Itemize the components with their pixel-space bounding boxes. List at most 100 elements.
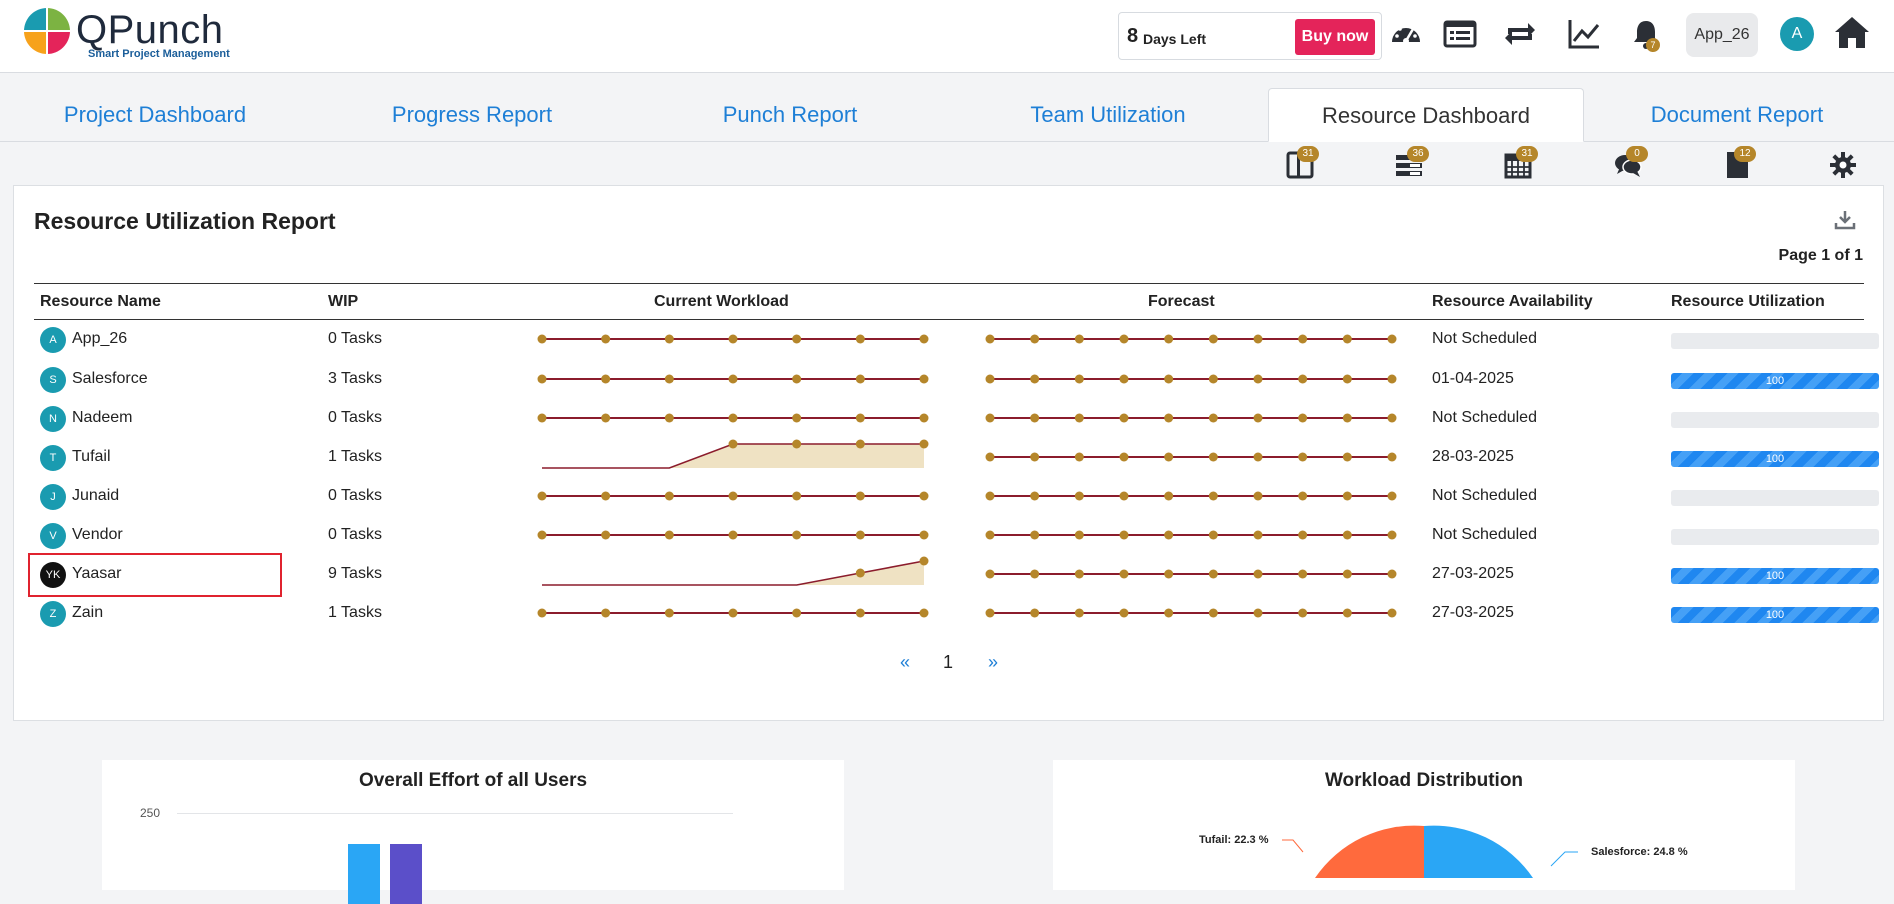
workload-point — [1342, 530, 1352, 540]
workload-point — [855, 491, 865, 501]
resource-avatar: Z — [40, 601, 66, 627]
tab-team-utilization[interactable]: Team Utilization — [950, 88, 1266, 142]
resource-name[interactable]: Zain — [72, 604, 103, 622]
resource-name[interactable]: Nadeem — [72, 409, 132, 427]
workload-point — [1119, 452, 1129, 462]
page-info: Page 1 of 1 — [1778, 247, 1863, 264]
workload-point — [1298, 452, 1308, 462]
workload-point — [1342, 491, 1352, 501]
resource-wip: 0 Tasks — [328, 487, 382, 504]
workload-point — [919, 556, 929, 566]
tab-project-dashboard[interactable]: Project Dashboard — [0, 88, 310, 142]
forecast-sparkline — [985, 374, 1397, 384]
report-title: Resource Utilization Report — [34, 208, 336, 234]
trial-days: 8 — [1127, 25, 1139, 47]
resource-availability: Not Scheduled — [1432, 409, 1537, 426]
workload-point — [985, 530, 995, 540]
pager-next[interactable]: » — [988, 652, 998, 673]
workload-point — [601, 413, 611, 423]
table-row[interactable]: J Junaid 0 Tasks Not Scheduled — [34, 477, 1879, 516]
workload-point — [1342, 334, 1352, 344]
tab-progress-report[interactable]: Progress Report — [316, 88, 628, 142]
workload-point — [1298, 608, 1308, 618]
tab-document-report[interactable]: Document Report — [1584, 88, 1890, 142]
pager-current[interactable]: 1 — [943, 652, 953, 673]
workload-point — [664, 374, 674, 384]
home-icon[interactable] — [1832, 12, 1872, 52]
workload-point — [1074, 530, 1084, 540]
buy-now-button[interactable]: Buy now — [1295, 19, 1375, 55]
table-row[interactable]: N Nadeem 0 Tasks Not Scheduled — [34, 399, 1879, 438]
workload-point — [1119, 491, 1129, 501]
resource-avatar: T — [40, 445, 66, 471]
resource-avatar: J — [40, 484, 66, 510]
workload-point — [1074, 452, 1084, 462]
workload-point — [855, 530, 865, 540]
col-resource-utilization: Resource Utilization — [1671, 293, 1825, 310]
col-resource-availability: Resource Availability — [1432, 293, 1593, 310]
workload-pie — [1282, 825, 1578, 878]
workload-point — [985, 569, 995, 579]
workload-point — [1342, 608, 1352, 618]
user-menu-button[interactable]: App_26 — [1686, 13, 1758, 57]
workload-point — [1119, 608, 1129, 618]
current-workload-sparkline — [537, 413, 929, 423]
workload-point — [1030, 452, 1040, 462]
workload-point — [1164, 530, 1174, 540]
table-row[interactable]: Z Zain 1 Tasks 27-03-2025 100 — [34, 594, 1879, 633]
workload-point — [1164, 491, 1174, 501]
list-icon[interactable] — [1442, 16, 1478, 52]
effort-bar — [390, 844, 422, 904]
chart-line-icon[interactable] — [1566, 16, 1602, 52]
workload-point — [664, 491, 674, 501]
resource-name[interactable]: App_26 — [72, 330, 127, 348]
sync-icon[interactable] — [1502, 16, 1538, 52]
workload-point — [985, 452, 995, 462]
resource-name[interactable]: Salesforce — [72, 370, 148, 388]
calendar-badge: 31 — [1516, 146, 1538, 162]
pager-prev[interactable]: « — [900, 652, 910, 673]
table-row[interactable]: YK Yaasar 9 Tasks 27-03-2025 100 — [34, 555, 1879, 594]
workload-point — [1298, 334, 1308, 344]
comments-badge: 0 — [1626, 146, 1648, 162]
document-badge: 12 — [1734, 146, 1756, 162]
workload-point — [537, 413, 547, 423]
workload-point — [1387, 491, 1397, 501]
tab-resource-dashboard[interactable]: Resource Dashboard — [1268, 88, 1584, 142]
workload-point — [792, 439, 802, 449]
notification-badge: 7 — [1646, 38, 1660, 52]
effort-gridline — [177, 813, 733, 814]
workload-point — [1208, 608, 1218, 618]
gear-icon[interactable] — [1828, 150, 1858, 180]
table-row[interactable]: A App_26 0 Tasks Not Scheduled — [34, 320, 1879, 359]
download-icon[interactable] — [1833, 208, 1857, 232]
workload-point — [1342, 569, 1352, 579]
resource-wip: 0 Tasks — [328, 526, 382, 543]
workload-point — [1387, 374, 1397, 384]
workload-point — [1074, 413, 1084, 423]
workload-point — [855, 413, 865, 423]
workload-point — [792, 374, 802, 384]
workload-point — [792, 530, 802, 540]
dashboard-icon[interactable] — [1388, 16, 1424, 52]
workload-point — [919, 491, 929, 501]
app-logo[interactable]: QPunch Smart Project Management — [22, 6, 262, 62]
resource-wip: 1 Tasks — [328, 604, 382, 621]
forecast-sparkline — [985, 334, 1397, 344]
resource-name[interactable]: Tufail — [72, 448, 111, 466]
workload-point — [537, 491, 547, 501]
table-row[interactable]: V Vendor 0 Tasks Not Scheduled — [34, 516, 1879, 555]
user-avatar[interactable]: A — [1780, 17, 1814, 51]
workload-point — [1164, 452, 1174, 462]
resource-name[interactable]: Junaid — [72, 487, 119, 505]
resource-name[interactable]: Vendor — [72, 526, 123, 544]
tab-punch-report[interactable]: Punch Report — [632, 88, 948, 142]
workload-point — [1253, 452, 1263, 462]
resource-availability: Not Scheduled — [1432, 330, 1537, 347]
workload-point — [1298, 491, 1308, 501]
table-row[interactable]: S Salesforce 3 Tasks 01-04-2025 100 — [34, 360, 1879, 399]
workload-point — [537, 334, 547, 344]
forecast-sparkline — [985, 491, 1397, 501]
table-row[interactable]: T Tufail 1 Tasks 28-03-2025 100 — [34, 438, 1879, 477]
pagination: « 1 » — [14, 648, 1885, 678]
